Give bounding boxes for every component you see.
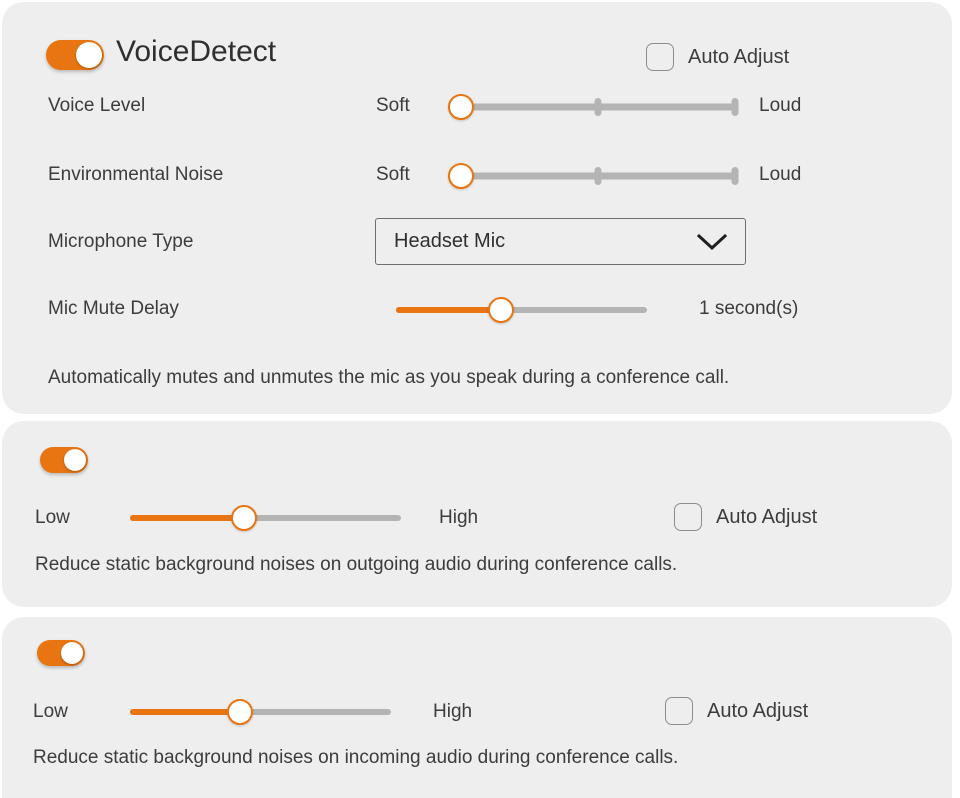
mic-mute-delay-value: 1 second(s) — [699, 298, 799, 319]
toggle-knob — [61, 642, 83, 664]
environmental-noise-min-label: Soft — [376, 164, 410, 185]
noiseclean-out-auto-adjust-checkbox[interactable]: Auto Adjust — [674, 503, 817, 531]
noiseclean-out-toggle[interactable] — [40, 447, 88, 473]
environmental-noise-slider[interactable] — [448, 163, 739, 189]
noiseclean-in-card: NoiseClean-in Low High Auto Adjust Reduc… — [2, 617, 952, 798]
checkbox-label: Auto Adjust — [716, 505, 818, 528]
noiseclean-out-min-label: Low — [35, 507, 70, 528]
slider-knob[interactable] — [448, 94, 474, 120]
slider-fill — [396, 307, 502, 313]
checkbox-label: Auto Adjust — [707, 699, 809, 722]
checkbox-box[interactable] — [674, 503, 702, 531]
chevron-down-icon — [695, 231, 729, 253]
environmental-noise-max-label: Loud — [759, 164, 802, 185]
slider-knob[interactable] — [230, 505, 257, 531]
noiseclean-out-card: NoiseClean-out Low High Auto Adjust Redu… — [2, 421, 952, 607]
noiseclean-in-max-label: High — [433, 701, 473, 722]
slider-fill — [130, 515, 244, 521]
voicedetect-title: VoiceDetect — [116, 35, 277, 68]
voice-level-min-label: Soft — [376, 95, 410, 116]
checkbox-label: Auto Adjust — [688, 45, 790, 68]
slider-tick-mid — [594, 98, 602, 116]
voice-level-max-label: Loud — [759, 95, 802, 116]
toggle-knob — [76, 42, 102, 68]
microphone-type-value: Headset Mic — [394, 230, 506, 252]
noiseclean-in-toggle[interactable] — [37, 640, 85, 666]
voice-level-label: Voice Level — [48, 95, 146, 116]
noiseclean-out-description: Reduce static background noises on outgo… — [35, 554, 678, 575]
voice-level-slider[interactable] — [448, 94, 739, 120]
checkbox-box[interactable] — [665, 697, 693, 725]
slider-tick-max — [731, 98, 739, 116]
mic-mute-delay-slider[interactable] — [396, 297, 647, 323]
voicedetect-auto-adjust-checkbox[interactable]: Auto Adjust — [646, 43, 789, 71]
voicedetect-card: VoiceDetect Auto Adjust Voice Level Soft… — [2, 2, 952, 414]
settings-page: VoiceDetect Auto Adjust Voice Level Soft… — [0, 0, 960, 798]
microphone-type-dropdown[interactable]: Headset Mic — [375, 218, 746, 265]
checkbox-box[interactable] — [646, 43, 674, 71]
environmental-noise-label: Environmental Noise — [48, 164, 224, 185]
noiseclean-in-description: Reduce static background noises on incom… — [33, 747, 679, 768]
noiseclean-in-slider[interactable] — [130, 699, 391, 725]
noiseclean-out-slider[interactable] — [130, 505, 401, 531]
slider-knob[interactable] — [488, 297, 515, 323]
voicedetect-description: Automatically mutes and unmutes the mic … — [48, 367, 730, 388]
voicedetect-toggle[interactable] — [46, 40, 104, 70]
slider-tick-mid — [594, 167, 602, 185]
slider-tick-max — [731, 167, 739, 185]
slider-knob[interactable] — [448, 163, 474, 189]
mic-mute-delay-label: Mic Mute Delay — [48, 298, 179, 319]
noiseclean-in-auto-adjust-checkbox[interactable]: Auto Adjust — [665, 697, 808, 725]
toggle-knob — [64, 449, 86, 471]
noiseclean-out-max-label: High — [439, 507, 479, 528]
noiseclean-in-min-label: Low — [33, 701, 68, 722]
microphone-type-label: Microphone Type — [48, 231, 194, 252]
slider-knob[interactable] — [226, 699, 253, 725]
slider-fill — [130, 709, 240, 715]
